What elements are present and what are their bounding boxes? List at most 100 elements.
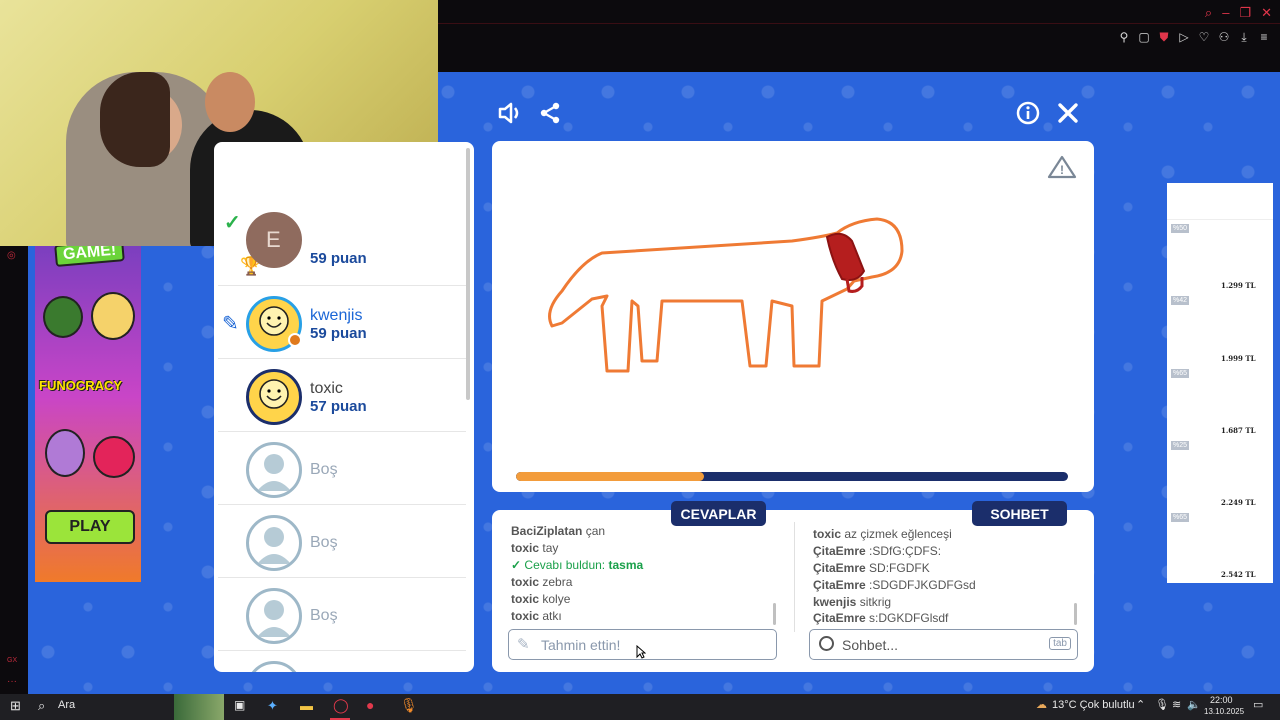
- snapshot-icon[interactable]: ▢: [1138, 30, 1150, 45]
- info-icon[interactable]: [1016, 101, 1040, 131]
- discount-tag: %42: [1171, 296, 1190, 305]
- player-row[interactable]: ✓ 🏆 E 59 puan: [218, 212, 466, 286]
- answer-message: BaciZiplatan çan: [511, 524, 606, 538]
- close-icon[interactable]: ✕: [1261, 5, 1272, 21]
- settings-icon[interactable]: ◎: [7, 250, 16, 261]
- players-panel: ✓ 🏆 E 59 puan ✎ kwenjis 59 puan toxic 57…: [214, 142, 474, 672]
- player-name: kwenjis: [310, 307, 363, 324]
- close-icon[interactable]: [1056, 101, 1080, 131]
- wifi-icon[interactable]: ≋: [1172, 698, 1181, 711]
- folder-icon[interactable]: ▬: [300, 698, 313, 713]
- copilot-icon[interactable]: ✦: [267, 698, 278, 714]
- search-icon[interactable]: ⌕: [38, 698, 45, 714]
- clock-date[interactable]: 13.10.2025: [1204, 707, 1244, 716]
- guess-placeholder: Tahmin ettin!: [541, 637, 621, 653]
- taskbar: ⊞ ⌕ Ara ▣ ✦ ▬ ◯ ● 🎙 ☁ 13°C Çok bulutlu ⌃…: [0, 694, 1280, 720]
- volume-icon[interactable]: 🔈: [1187, 698, 1201, 711]
- angry-face-icon: [93, 436, 135, 478]
- empty-avatar-icon: [246, 588, 302, 644]
- empty-slot: Boş: [218, 579, 466, 651]
- player-row[interactable]: toxic 57 puan: [218, 360, 466, 432]
- webcam-person-left-hair: [100, 72, 170, 167]
- chat-placeholder: Sohbet...: [842, 637, 899, 653]
- weather[interactable]: 13°C Çok bulutlu: [1052, 699, 1135, 711]
- minimize-icon[interactable]: –: [1222, 5, 1229, 21]
- shield-icon[interactable]: ⛊: [1158, 30, 1170, 45]
- play-icon[interactable]: ▷: [1178, 30, 1190, 45]
- player-points: 59 puan: [310, 250, 367, 267]
- checkmark-icon: ✓: [511, 558, 522, 572]
- chat-message: ÇitaEmre :SDfG:ÇDFS:: [813, 544, 942, 558]
- avatar: E: [246, 212, 302, 268]
- player-name: Boş: [310, 534, 338, 551]
- gx-icon[interactable]: GX: [7, 657, 17, 664]
- clock-time[interactable]: 22:00: [1210, 695, 1233, 705]
- player-name: Boş: [310, 461, 338, 478]
- microphone-icon[interactable]: 🎙: [400, 697, 418, 714]
- answers-chat-panel: BaciZiplatan çan toxic tay ✓ Cevabı buld…: [492, 510, 1094, 672]
- empty-slot: [218, 652, 466, 672]
- weather-icon: ☁: [1036, 699, 1047, 711]
- time-progress-bar: [516, 472, 1068, 481]
- chat-input[interactable]: Sohbet... tab: [809, 629, 1078, 660]
- share-icon[interactable]: [538, 101, 562, 131]
- tab-hint: tab: [1049, 637, 1071, 650]
- tab-answers[interactable]: CEVAPLAR: [671, 501, 766, 526]
- chat-message: ÇitaEmre SD:FGDFK: [813, 561, 930, 575]
- tab-chat[interactable]: SOHBET: [972, 501, 1067, 526]
- app-icon[interactable]: ●: [366, 697, 374, 713]
- webcam-person-right-face: [205, 72, 255, 132]
- menu-icon[interactable]: ≡: [1258, 30, 1270, 45]
- ad-top-text: GAME!: [54, 246, 126, 267]
- divider: [794, 522, 795, 632]
- price: 2.249 TL: [1221, 498, 1256, 507]
- chat-message: ÇitaEmre s:DGKDFGlsdf: [813, 611, 949, 625]
- time-progress-fill: [516, 472, 704, 481]
- warning-icon-mark: !: [1060, 163, 1064, 177]
- download-icon[interactable]: ⤓: [1238, 30, 1250, 45]
- search-highlight-image: [174, 694, 224, 720]
- right-advertisement[interactable]: %50 1.299 TL %42 1.999 TL %65 1.687 TL %…: [1167, 183, 1273, 583]
- player-name: toxic: [310, 380, 343, 397]
- sound-icon[interactable]: [497, 100, 523, 132]
- pin-icon[interactable]: ⚲: [1118, 30, 1130, 45]
- pencil-icon: ✎: [517, 636, 530, 653]
- mouse-cursor-icon: [636, 644, 647, 664]
- answer-found-message: ✓ Cevabı buldun: tasma: [511, 558, 644, 572]
- chevron-up-icon[interactable]: ⌃: [1136, 698, 1145, 711]
- more-icon[interactable]: ···: [7, 676, 17, 687]
- discount-tag: %65: [1171, 369, 1190, 378]
- notifications-icon[interactable]: ▭: [1253, 698, 1263, 711]
- account-icon[interactable]: ⚇: [1218, 30, 1230, 45]
- search-icon[interactable]: ⌕: [1205, 5, 1212, 21]
- empty-avatar-icon: [246, 661, 302, 672]
- player-row[interactable]: ✎ kwenjis 59 puan: [218, 287, 466, 359]
- character-icon: [45, 429, 85, 477]
- answer-message: toxic zebra: [511, 575, 573, 589]
- microphone-icon[interactable]: 🎙: [1155, 698, 1169, 711]
- taskbar-search[interactable]: Ara: [58, 699, 75, 711]
- empty-slot: Boş: [218, 433, 466, 505]
- chat-scrollbar[interactable]: [1074, 603, 1077, 625]
- drawing-canvas[interactable]: !: [492, 141, 1094, 492]
- maximize-icon[interactable]: ❐: [1239, 5, 1251, 21]
- opera-icon[interactable]: ◯: [333, 697, 349, 714]
- start-icon[interactable]: ⊞: [10, 698, 21, 714]
- chat-bubble-icon: [819, 636, 834, 651]
- drawing: !: [548, 155, 1077, 373]
- ad-logo: FUNOCRACY: [39, 378, 123, 393]
- play-button[interactable]: PLAY: [45, 510, 135, 544]
- price: 1.299 TL: [1221, 281, 1256, 290]
- player-points: 59 puan: [310, 325, 367, 342]
- avatar: [246, 369, 302, 425]
- chat-message: kwenjis sitkrig: [813, 595, 892, 609]
- answers-scrollbar[interactable]: [773, 603, 776, 625]
- left-advertisement[interactable]: GAME! FUNOCRACY PLAY: [35, 246, 141, 582]
- players-scrollbar[interactable]: [466, 148, 470, 400]
- task-view-icon[interactable]: ▣: [234, 698, 245, 712]
- price: 1.999 TL: [1221, 354, 1256, 363]
- discount-tag: %65: [1171, 513, 1190, 522]
- chat-message: toxic az çizmek eğlenceşi: [813, 527, 952, 541]
- heart-icon[interactable]: ♡: [1198, 30, 1210, 45]
- drawing-collar: [825, 232, 866, 281]
